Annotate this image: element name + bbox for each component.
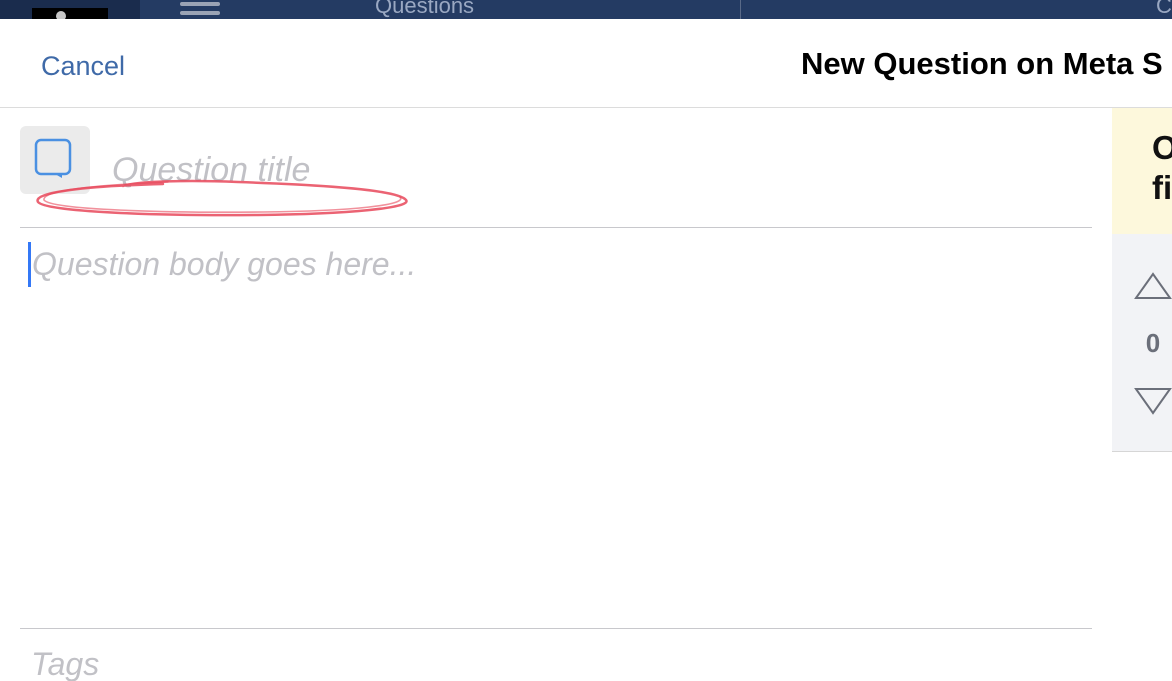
tags-input[interactable]: Tags <box>31 645 99 681</box>
background-thumbnail-dot <box>56 11 66 19</box>
body-separator <box>20 628 1092 629</box>
title-separator <box>20 227 1092 228</box>
question-body-input[interactable]: Question body goes here... <box>32 245 416 283</box>
background-divider <box>740 0 741 19</box>
page-title: New Question on Meta S <box>801 46 1163 81</box>
cancel-button[interactable]: Cancel <box>41 50 125 82</box>
red-circle-annotation <box>36 179 408 217</box>
preview-notice-text: O fi <box>1152 129 1172 206</box>
upvote-icon[interactable] <box>1134 271 1172 301</box>
question-preview-panel: O fi 0 <box>1112 108 1172 452</box>
background-questions-tab: Questions <box>375 0 475 18</box>
preview-notice-banner: O fi <box>1112 108 1172 234</box>
modal-navigation-bar: Cancel New Question on Meta S <box>0 19 1172 108</box>
hamburger-menu-icon <box>180 2 220 16</box>
text-caret <box>28 242 31 287</box>
background-thumbnail <box>32 8 108 19</box>
background-thumbnail-area <box>0 0 140 19</box>
background-right-fragment: C <box>1156 0 1172 18</box>
vote-count: 0 <box>1145 328 1161 358</box>
downvote-icon[interactable] <box>1134 386 1172 416</box>
background-app-strip: Questions C <box>0 0 1172 19</box>
